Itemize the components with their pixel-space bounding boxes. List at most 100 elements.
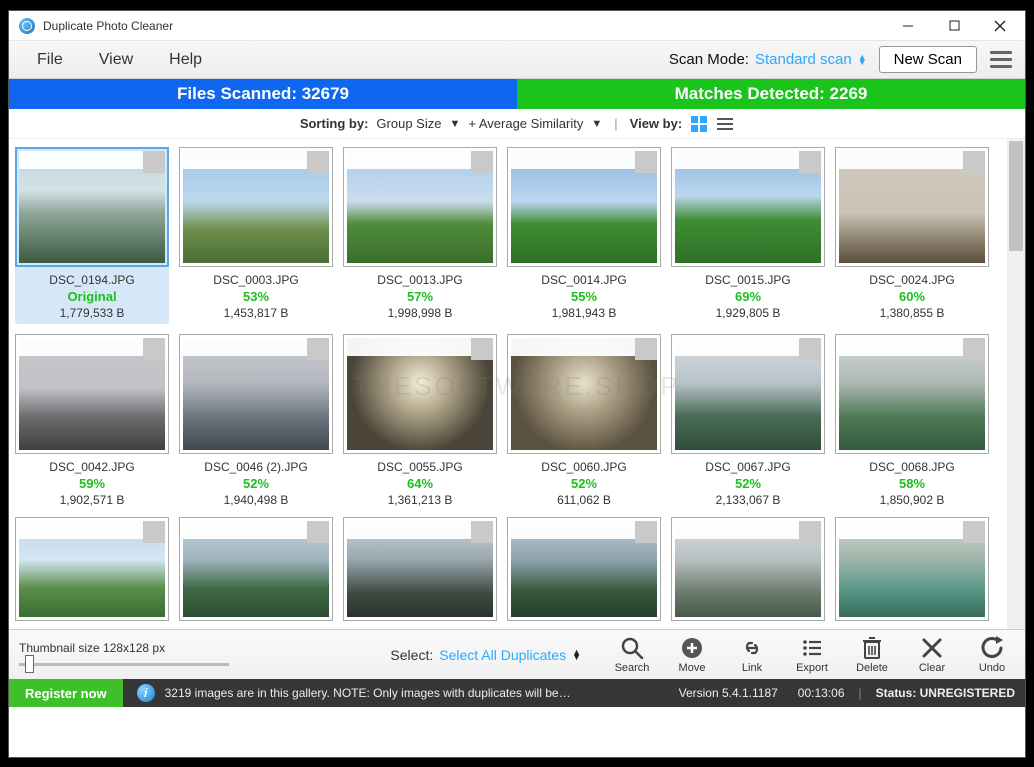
- thumbnail-checkbox[interactable]: [799, 521, 821, 543]
- thumbnail-card[interactable]: DSC_0055.JPG64%1,361,213 B: [343, 334, 497, 507]
- thumbnail-filesize: 1,453,817 B: [179, 306, 333, 320]
- select-label: Select:: [390, 647, 433, 663]
- export-button[interactable]: Export: [789, 636, 835, 674]
- thumbnail-checkbox[interactable]: [635, 338, 657, 360]
- scanmode-arrows-icon[interactable]: ▲▼: [858, 55, 867, 65]
- thumbnail-card[interactable]: [507, 517, 661, 621]
- thumbnail-card[interactable]: DSC_0024.JPG60%1,380,855 B: [835, 147, 989, 324]
- menu-view[interactable]: View: [81, 45, 151, 75]
- select-arrows-icon[interactable]: ▲▼: [572, 650, 581, 660]
- scanmode-label: Scan Mode:: [669, 51, 749, 68]
- thumbnail-filename: DSC_0067.JPG: [671, 460, 825, 474]
- thumbnail-card[interactable]: DSC_0013.JPG57%1,998,998 B: [343, 147, 497, 324]
- thumbnail-checkbox[interactable]: [307, 338, 329, 360]
- statusbar: Register now i 3219 images are in this g…: [9, 679, 1025, 707]
- thumbnail-card[interactable]: DSC_0194.JPGOriginal1,779,533 B: [15, 147, 169, 324]
- delete-button[interactable]: Delete: [849, 636, 895, 674]
- hamburger-menu-icon[interactable]: [987, 51, 1015, 68]
- sorting-by-label: Sorting by:: [300, 116, 369, 131]
- thumbnail-filename: DSC_0055.JPG: [343, 460, 497, 474]
- list-view-icon[interactable]: [716, 115, 734, 133]
- sort-secondary[interactable]: + Average Similarity: [468, 116, 583, 131]
- sort-secondary-arrow-icon[interactable]: ▼: [591, 118, 602, 130]
- thumbnail-checkbox[interactable]: [143, 521, 165, 543]
- scrollbar-thumb[interactable]: [1009, 141, 1023, 251]
- new-scan-button[interactable]: New Scan: [879, 46, 977, 73]
- menu-help[interactable]: Help: [151, 45, 220, 75]
- thumbnail-checkbox[interactable]: [471, 521, 493, 543]
- thumbnail-checkbox[interactable]: [635, 151, 657, 173]
- thumbnail-similarity: 52%: [179, 476, 333, 491]
- thumbnail-card[interactable]: DSC_0003.JPG53%1,453,817 B: [179, 147, 333, 324]
- filename-overlay: [675, 151, 799, 169]
- thumbnail-size-slider[interactable]: [19, 659, 229, 669]
- thumbnail-card[interactable]: DSC_0060.JPG52%611,062 B: [507, 334, 661, 507]
- filename-overlay: [675, 338, 799, 356]
- thumbnail-checkbox[interactable]: [963, 521, 985, 543]
- thumbnail-filesize: 1,361,213 B: [343, 493, 497, 507]
- minimize-button[interactable]: [885, 11, 931, 41]
- thumbnail-size-label: Thumbnail size 128x128 px: [19, 641, 249, 655]
- filename-overlay: [675, 521, 799, 539]
- thumbnail-checkbox[interactable]: [799, 338, 821, 360]
- thumbnail-checkbox[interactable]: [307, 521, 329, 543]
- thumbnail-checkbox[interactable]: [963, 338, 985, 360]
- sort-primary-arrow-icon[interactable]: ▼: [449, 118, 460, 130]
- thumbnail-card[interactable]: [835, 517, 989, 621]
- register-now-button[interactable]: Register now: [9, 679, 123, 707]
- thumbnail-checkbox[interactable]: [143, 338, 165, 360]
- thumbnail-card[interactable]: DSC_0015.JPG69%1,929,805 B: [671, 147, 825, 324]
- thumbnail-card[interactable]: [343, 517, 497, 621]
- thumbnail-card[interactable]: DSC_0014.JPG55%1,981,943 B: [507, 147, 661, 324]
- thumbnail-similarity: 59%: [15, 476, 169, 491]
- close-button[interactable]: [977, 11, 1023, 41]
- undo-button[interactable]: Undo: [969, 636, 1015, 674]
- matches-detected-label: Matches Detected: 2269: [517, 79, 1025, 109]
- info-icon: i: [137, 684, 155, 702]
- titlebar: Duplicate Photo Cleaner: [9, 11, 1025, 41]
- thumbnail-filesize: 1,929,805 B: [671, 306, 825, 320]
- scanmode-dropdown[interactable]: Standard scan: [755, 51, 852, 68]
- maximize-button[interactable]: [931, 11, 977, 41]
- stats-bar: Files Scanned: 32679 Matches Detected: 2…: [9, 79, 1025, 109]
- filename-overlay: [347, 151, 471, 169]
- app-icon: [19, 18, 35, 34]
- sort-primary[interactable]: Group Size: [376, 116, 441, 131]
- search-button[interactable]: Search: [609, 636, 655, 674]
- thumbnail-card[interactable]: [15, 517, 169, 621]
- scrollbar[interactable]: [1007, 139, 1025, 629]
- clear-button[interactable]: Clear: [909, 636, 955, 674]
- filename-overlay: [511, 338, 635, 356]
- link-button[interactable]: Link: [729, 636, 775, 674]
- link-icon: [740, 636, 764, 660]
- select-dropdown[interactable]: Select All Duplicates: [439, 647, 566, 663]
- thumbnail-checkbox[interactable]: [471, 338, 493, 360]
- grid-view-icon[interactable]: [690, 115, 708, 133]
- thumbnail-checkbox[interactable]: [963, 151, 985, 173]
- window-title: Duplicate Photo Cleaner: [43, 19, 885, 33]
- filename-overlay: [183, 521, 307, 539]
- thumbnail-card[interactable]: [671, 517, 825, 621]
- thumbnail-checkbox[interactable]: [799, 151, 821, 173]
- filename-overlay: [183, 151, 307, 169]
- filename-overlay: [839, 338, 963, 356]
- thumbnail-checkbox[interactable]: [635, 521, 657, 543]
- thumbnail-card[interactable]: [179, 517, 333, 621]
- filename-overlay: [511, 151, 635, 169]
- thumbnail-filesize: 1,850,902 B: [835, 493, 989, 507]
- thumbnail-card[interactable]: DSC_0042.JPG59%1,902,571 B: [15, 334, 169, 507]
- thumbnail-similarity: 60%: [835, 289, 989, 304]
- thumbnail-checkbox[interactable]: [307, 151, 329, 173]
- thumbnail-checkbox[interactable]: [471, 151, 493, 173]
- filename-overlay: [19, 151, 143, 169]
- sorting-bar: Sorting by: Group Size ▼ + Average Simil…: [9, 109, 1025, 139]
- thumbnail-card[interactable]: DSC_0068.JPG58%1,850,902 B: [835, 334, 989, 507]
- thumbnail-card[interactable]: DSC_0046 (2).JPG52%1,940,498 B: [179, 334, 333, 507]
- move-button[interactable]: Move: [669, 636, 715, 674]
- thumbnail-card[interactable]: DSC_0067.JPG52%2,133,067 B: [671, 334, 825, 507]
- thumbnail-filesize: 2,133,067 B: [671, 493, 825, 507]
- menubar: File View Help Scan Mode: Standard scan …: [9, 41, 1025, 79]
- menu-file[interactable]: File: [19, 45, 81, 75]
- thumbnail-checkbox[interactable]: [143, 151, 165, 173]
- filename-overlay: [839, 521, 963, 539]
